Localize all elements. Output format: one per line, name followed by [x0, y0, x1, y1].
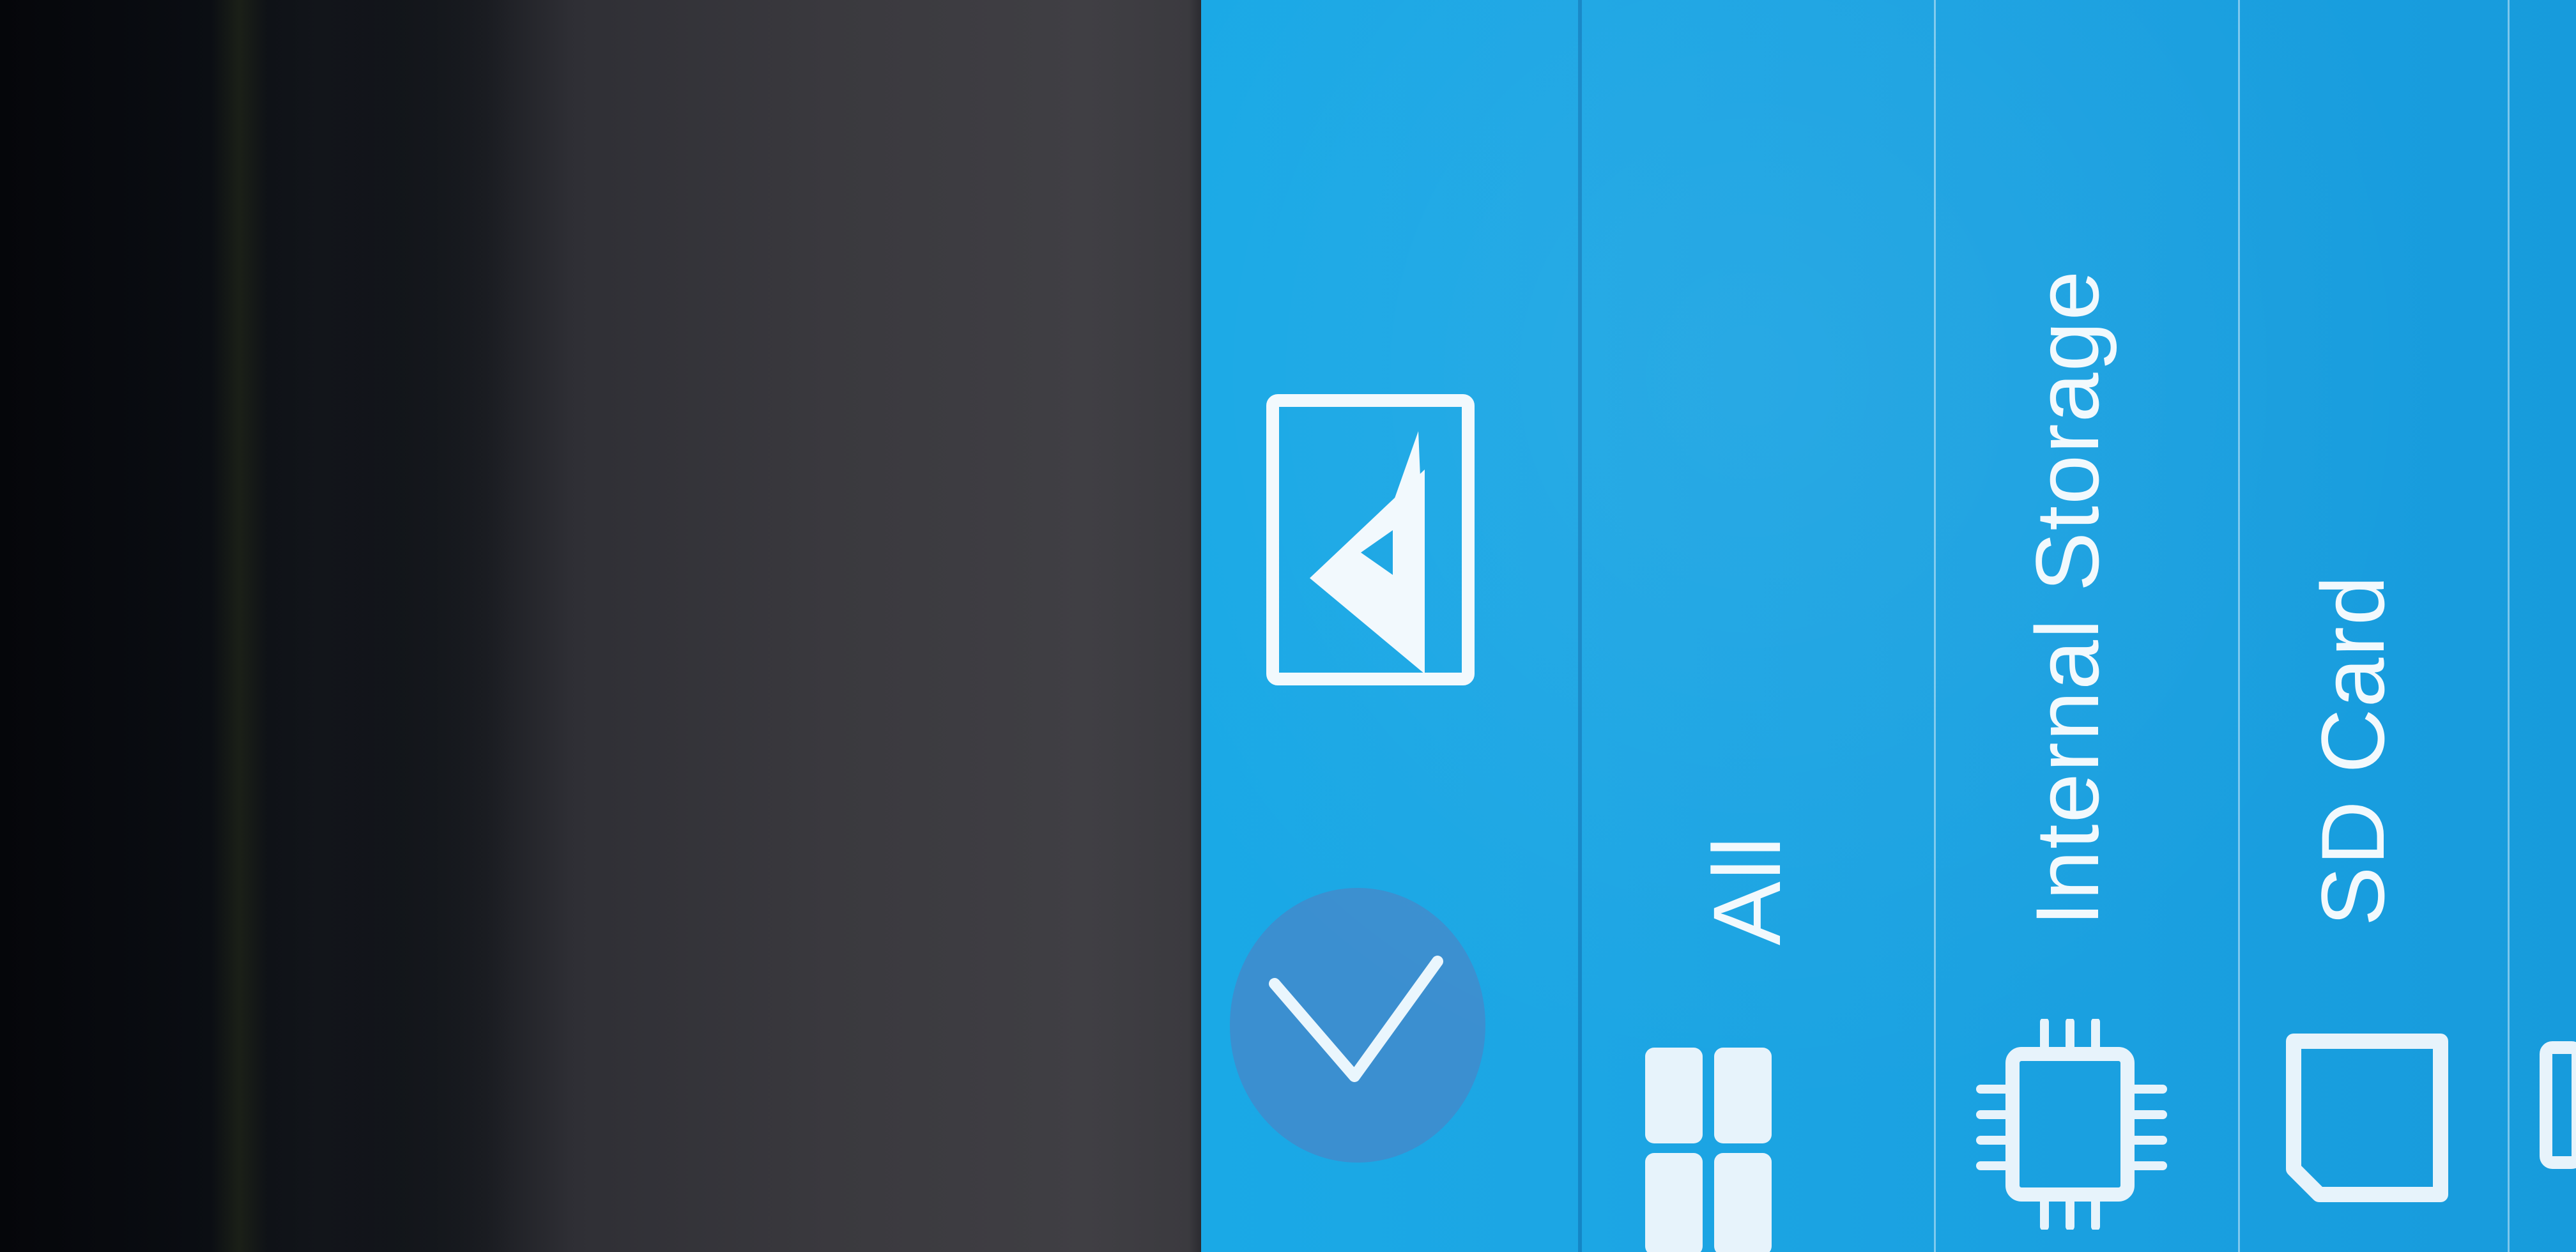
- grid-icon: [1645, 1048, 1772, 1252]
- partial-item-icon: [2540, 1041, 2576, 1169]
- row-divider: [2238, 0, 2240, 1252]
- filter-label: All: [1693, 835, 1800, 945]
- chevron-down-icon[interactable]: [1227, 885, 1489, 1166]
- bezel-reflection: [211, 0, 268, 1252]
- chip-icon: [1976, 1019, 2167, 1230]
- filter-label: SD Card: [2303, 574, 2403, 926]
- row-divider: [2508, 0, 2510, 1252]
- filter-label: Internal Storage: [2017, 269, 2117, 926]
- app-screen: All Internal Storage SD Card: [1201, 0, 2576, 1252]
- image-icon[interactable]: [1265, 393, 1476, 687]
- row-divider: [1934, 0, 1936, 1252]
- toolbar-divider: [1578, 0, 1582, 1252]
- sd-card-icon: [2286, 1034, 2448, 1202]
- toolbar: [1201, 0, 1565, 1252]
